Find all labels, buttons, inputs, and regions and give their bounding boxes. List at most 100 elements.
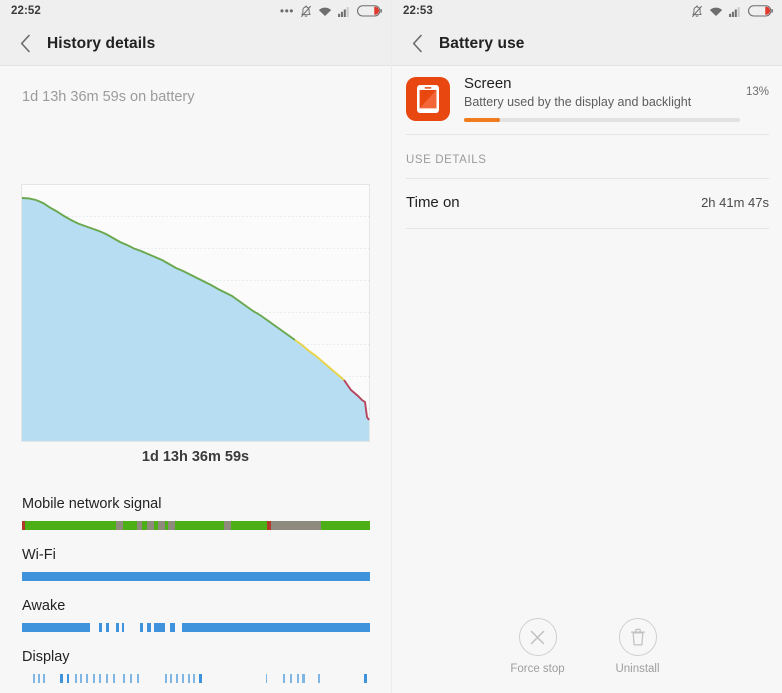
track-segment — [66, 674, 70, 683]
silent-bell-icon — [691, 5, 703, 18]
track-segment — [33, 674, 36, 683]
detail-key: Time on — [406, 194, 460, 211]
track-segment — [136, 674, 139, 683]
signal-icon — [729, 6, 742, 17]
track-segment — [115, 521, 123, 530]
status-bar-right: 22:53 — [392, 0, 782, 22]
track-segment — [170, 674, 173, 683]
battery-icon — [357, 5, 382, 17]
track-segment — [147, 521, 155, 530]
track-segment — [99, 674, 102, 683]
track-segment — [24, 521, 116, 530]
track-segment — [154, 623, 165, 632]
track-segment — [187, 674, 190, 683]
track-segment — [296, 674, 299, 683]
status-time: 22:52 — [11, 5, 41, 17]
track-segment — [122, 674, 125, 683]
uninstall-button[interactable]: Uninstall — [602, 618, 674, 675]
track-segment — [121, 623, 125, 632]
uninstall-label: Uninstall — [615, 663, 660, 675]
track-segment — [115, 623, 119, 632]
chart-duration-caption: 1d 13h 36m 59s — [141, 449, 250, 465]
track-segment — [302, 674, 305, 683]
battery-level-chart — [21, 184, 370, 442]
track-segment — [265, 674, 268, 683]
action-button-bar: Force stop Uninstall — [392, 618, 782, 675]
track-segment — [79, 674, 82, 683]
track-awake: Awake — [22, 598, 370, 632]
status-icon-group — [691, 5, 773, 18]
track-segment — [98, 623, 103, 632]
back-chevron-icon[interactable] — [406, 33, 428, 55]
track-segment — [86, 674, 89, 683]
divider — [406, 134, 769, 135]
track-bar-mobile-network-signal — [22, 521, 370, 530]
force-stop-label: Force stop — [510, 663, 565, 675]
track-bar-display — [22, 674, 370, 683]
battery-level-chart-svg — [21, 184, 370, 442]
track-bar-awake — [22, 623, 370, 632]
track-display: Display — [22, 649, 370, 683]
track-segment — [122, 521, 137, 530]
track-segment — [140, 623, 144, 632]
track-segment — [175, 521, 224, 530]
track-mobile-network-signal: Mobile network signal — [22, 496, 370, 530]
track-segment — [270, 521, 322, 530]
track-segment — [193, 674, 196, 683]
screen-display-icon — [406, 77, 450, 121]
battery-usage-percent: 13% — [745, 86, 769, 98]
on-battery-summary: 1d 13h 36m 59s on battery — [22, 89, 195, 105]
track-segment — [182, 623, 370, 632]
silent-bell-icon — [300, 5, 312, 18]
track-segment — [175, 674, 178, 683]
track-segment — [74, 674, 77, 683]
track-segment — [168, 521, 176, 530]
battery-app-description: Battery used by the display and backligh… — [464, 95, 692, 109]
track-segment — [199, 674, 203, 683]
track-segment — [283, 674, 286, 683]
battery-usage-progress — [464, 118, 740, 122]
status-icon-group: ••• — [280, 5, 382, 18]
status-time: 22:53 — [403, 5, 433, 17]
track-label: Mobile network signal — [22, 496, 162, 512]
track-segment — [113, 674, 116, 683]
track-segment — [182, 674, 185, 683]
history-details-screen: 22:52 ••• History details 1d 13h 36m 59s… — [0, 0, 391, 693]
wifi-icon — [709, 6, 723, 17]
battery-icon — [748, 5, 773, 17]
more-dots-icon: ••• — [279, 4, 294, 18]
track-label: Display — [22, 649, 70, 665]
back-chevron-icon[interactable] — [14, 33, 36, 55]
track-segment — [92, 674, 96, 683]
track-segment — [223, 521, 231, 530]
track-segment — [129, 674, 132, 683]
divider — [406, 228, 769, 229]
track-segment — [38, 674, 41, 683]
detail-value: 2h 41m 47s — [701, 195, 769, 210]
wifi-icon — [318, 6, 332, 17]
force-stop-button[interactable]: Force stop — [502, 618, 574, 675]
title-bar-right: Battery use — [392, 22, 782, 66]
trash-icon — [618, 618, 657, 656]
battery-app-row-screen[interactable]: Screen Battery used by the display and b… — [392, 74, 782, 122]
track-segment — [147, 623, 151, 632]
battery-use-screen: 22:53 Battery use Screen Battery used by… — [391, 0, 782, 693]
detail-row-time-on: Time on 2h 41m 47s — [406, 194, 769, 211]
divider — [406, 178, 769, 179]
track-segment — [321, 521, 370, 530]
track-wifi: Wi-Fi — [22, 547, 370, 581]
status-bar-left: 22:52 ••• — [0, 0, 391, 22]
signal-icon — [338, 6, 351, 17]
track-segment — [157, 521, 165, 530]
track-segment — [364, 674, 368, 683]
track-segment — [289, 674, 293, 683]
battery-usage-progress-fill — [464, 118, 500, 122]
track-segment — [169, 623, 176, 632]
track-segment — [22, 623, 90, 632]
track-segment — [42, 674, 45, 683]
battery-app-meta: Screen Battery used by the display and b… — [464, 74, 740, 122]
page-title: History details — [47, 34, 156, 52]
track-label: Awake — [22, 598, 66, 614]
use-details-section-title: USE DETAILS — [406, 154, 487, 166]
track-segment — [230, 521, 268, 530]
